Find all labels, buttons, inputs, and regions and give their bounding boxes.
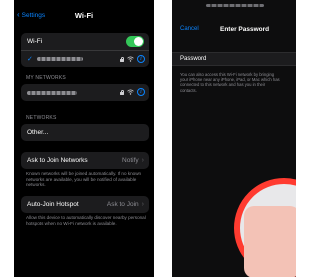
wifi-toggle-row: Wi-Fi — [21, 33, 149, 50]
cancel-button[interactable]: Cancel — [180, 26, 199, 32]
password-sharing-help-text: You can also access this Wi-Fi network b… — [180, 72, 296, 93]
other-network-label: Other... — [27, 129, 49, 136]
password-sharing-illustration — [234, 178, 296, 277]
password-field-label: Password — [180, 56, 207, 62]
networks-header: NETWORKS — [26, 115, 57, 121]
wifi-toggle[interactable] — [126, 36, 144, 47]
checkmark-icon: ✓ — [27, 56, 33, 63]
network-status-icons: i — [120, 88, 145, 96]
network-status-icons: i — [120, 55, 145, 63]
ask-to-join-value: Notify — [122, 157, 139, 164]
wifi-group: Wi-Fi ✓ i — [21, 33, 149, 67]
auto-join-hotspot-value: Ask to Join — [106, 201, 139, 208]
my-networks-group: i — [21, 84, 149, 101]
auto-join-hotspot-value-container: Ask to Join › — [107, 196, 144, 213]
connected-network-row[interactable]: ✓ i — [21, 50, 149, 67]
auto-join-hotspot-row[interactable]: Auto-Join Hotspot Ask to Join › — [21, 196, 149, 213]
help-line: contacts. — [180, 87, 197, 93]
network-name-redacted — [206, 4, 264, 7]
page-title: Wi-Fi — [74, 11, 94, 20]
enter-password-screen: Cancel Enter Password Password You can a… — [172, 0, 296, 277]
wifi-icon — [127, 56, 134, 62]
lock-icon — [120, 56, 125, 62]
my-networks-header: MY NETWORKS — [26, 75, 66, 81]
wifi-settings-screen: ‹ Settings Wi-Fi Wi-Fi ✓ i MY NETWORKS i… — [14, 0, 154, 277]
auto-join-hotspot-label: Auto-Join Hotspot — [27, 201, 79, 208]
network-name-redacted — [27, 90, 77, 95]
network-name-redacted — [36, 57, 83, 61]
chevron-right-icon: › — [141, 157, 144, 164]
password-field[interactable]: Password — [172, 52, 296, 66]
chevron-right-icon: › — [141, 201, 144, 208]
ask-to-join-group: Ask to Join Networks Notify › — [21, 152, 149, 169]
wifi-toggle-label: Wi-Fi — [27, 38, 43, 45]
info-icon[interactable]: i — [137, 55, 145, 63]
enter-password-title: Enter Password — [220, 26, 270, 33]
ask-to-join-label: Ask to Join Networks — [27, 157, 88, 164]
auto-join-hotspot-group: Auto-Join Hotspot Ask to Join › — [21, 196, 149, 213]
illustration-hand — [244, 206, 296, 277]
networks-group: Other... — [21, 124, 149, 141]
other-network-row[interactable]: Other... — [21, 124, 149, 141]
navigation-bar: ‹ Settings Wi-Fi — [14, 10, 154, 24]
ask-to-join-footnote: Known networks will be joined automatica… — [26, 171, 142, 188]
toggle-knob — [134, 37, 143, 46]
info-icon[interactable]: i — [137, 88, 145, 96]
lock-icon — [120, 89, 125, 95]
ask-to-join-row[interactable]: Ask to Join Networks Notify › — [21, 152, 149, 169]
wifi-icon — [127, 89, 134, 95]
saved-network-row[interactable]: i — [21, 84, 149, 101]
ask-to-join-value-container: Notify › — [122, 152, 144, 169]
auto-join-hotspot-footnote: Allow this device to automatically disco… — [26, 215, 146, 226]
